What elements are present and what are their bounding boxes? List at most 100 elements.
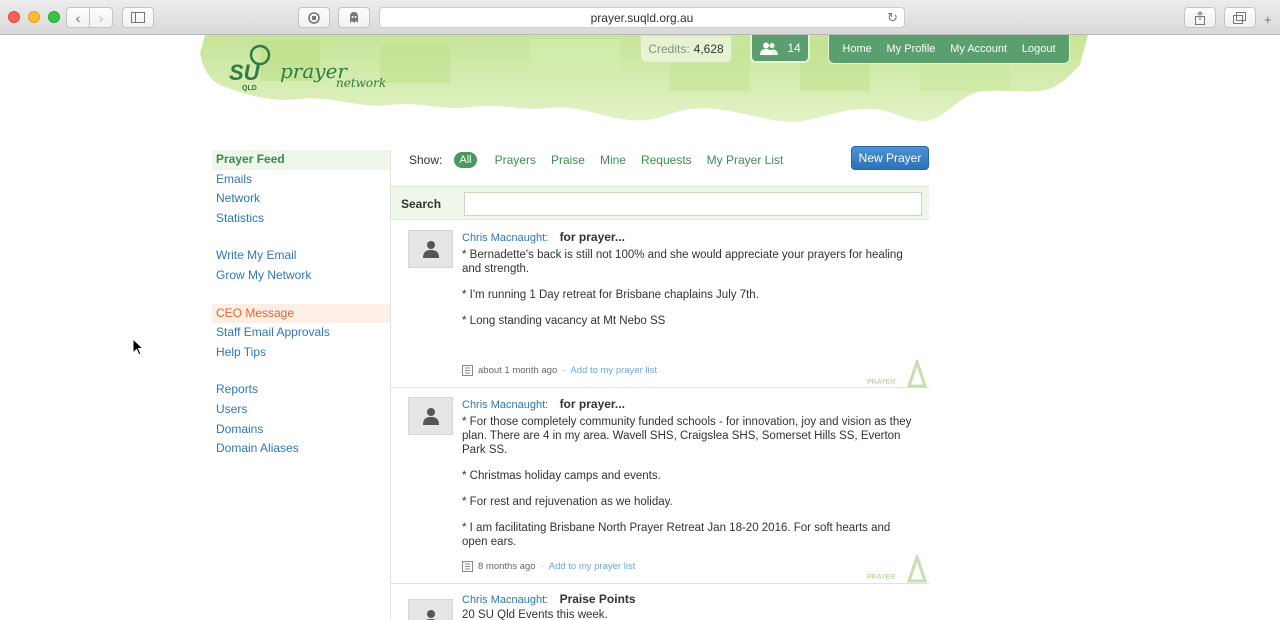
prayer-mark-label: PRAYER <box>867 379 895 386</box>
add-to-prayer-list-link[interactable]: Add to my prayer list <box>570 365 657 376</box>
filter-all[interactable]: All <box>454 152 477 168</box>
nav-home-link[interactable]: Home <box>842 43 871 55</box>
prayer-post: Chris Macnaught: for prayer... * For tho… <box>391 389 929 584</box>
search-bar: Search <box>391 186 929 220</box>
post-meta: about 1 month ago · Add to my prayer lis… <box>462 365 657 376</box>
post-title: for prayer... <box>559 397 625 411</box>
post-time: 8 months ago <box>478 561 536 572</box>
filter-my-prayer-list[interactable]: My Prayer List <box>707 153 784 167</box>
praise-post: Chris Macnaught: Praise Points 20 SU Qld… <box>391 585 929 620</box>
share-icon[interactable] <box>1184 7 1216 28</box>
credits-value: 4,628 <box>693 42 724 56</box>
prayer-hands-icon: PRAYER <box>867 555 928 583</box>
filter-mine[interactable]: Mine <box>600 153 626 167</box>
post-meta: 8 months ago · Add to my prayer list <box>462 561 635 572</box>
prayer-hands-icon: PRAYER <box>867 360 928 388</box>
nav-logout-link[interactable]: Logout <box>1022 43 1056 55</box>
notebook-icon <box>462 365 473 376</box>
nav-my-account-link[interactable]: My Account <box>950 43 1007 55</box>
post-line: * Bernadette's back is still not 100% an… <box>462 249 903 275</box>
avatar[interactable] <box>408 599 453 620</box>
prayer-mark-label: PRAYER <box>867 574 895 581</box>
sidebar-item-help-tips[interactable]: Help Tips <box>212 343 390 363</box>
sidebar-item-write-my-email[interactable]: Write My Email <box>212 246 390 266</box>
filter-requests[interactable]: Requests <box>641 153 692 167</box>
svg-text:network: network <box>336 76 386 90</box>
post-line: * I'm running 1 Day retreat for Brisbane… <box>462 289 759 301</box>
refresh-extension-icon[interactable] <box>298 7 330 28</box>
sidebar-item-staff-email-approvals[interactable]: Staff Email Approvals <box>212 323 390 343</box>
post-line: 20 SU Qld Events this week. <box>462 609 608 620</box>
sidebar-item-domains[interactable]: Domains <box>212 420 390 440</box>
forward-icon[interactable]: › <box>89 8 112 27</box>
privacy-extension-icon[interactable] <box>338 7 370 28</box>
sidebar-toggle-icon[interactable] <box>122 7 154 28</box>
zoom-window-icon[interactable] <box>48 11 60 23</box>
post-body: Chris Macnaught: for prayer... * For tho… <box>462 397 914 549</box>
avatar[interactable] <box>408 230 453 268</box>
prayer-post: Chris Macnaught: for prayer... * Bernade… <box>391 222 929 388</box>
user-silhouette-icon <box>422 241 439 258</box>
network-count-button[interactable]: 14 <box>750 35 810 63</box>
nav-my-profile-link[interactable]: My Profile <box>887 43 936 55</box>
post-line: * I am facilitating Brisbane North Praye… <box>462 522 891 548</box>
post-line: * Christmas holiday camps and events. <box>462 470 661 482</box>
search-input[interactable] <box>464 192 922 216</box>
notebook-icon <box>462 561 473 572</box>
tabs-overview-icon[interactable] <box>1224 7 1256 28</box>
sidebar-item-emails[interactable]: Emails <box>212 170 390 190</box>
user-silhouette-icon <box>425 610 436 620</box>
browser-toolbar: ‹ › prayer.suqld.org.au ↻ + <box>0 0 1280 35</box>
top-nav: Home My Profile My Account Logout <box>828 35 1070 64</box>
sidebar: Prayer Feed Emails Network Statistics Wr… <box>212 150 390 459</box>
post-time: about 1 month ago <box>478 365 558 376</box>
filter-praise[interactable]: Praise <box>551 153 585 167</box>
search-label: Search <box>401 197 442 211</box>
post-title: for prayer... <box>559 230 625 244</box>
sidebar-item-grow-my-network[interactable]: Grow My Network <box>212 266 390 286</box>
post-body: Chris Macnaught: for prayer... * Bernade… <box>462 230 914 328</box>
credits-label: Credits: <box>648 42 690 56</box>
sidebar-item-ceo-message[interactable]: CEO Message <box>212 303 390 324</box>
post-author-link[interactable]: Chris Macnaught: <box>462 594 548 606</box>
minimize-window-icon[interactable] <box>28 11 40 23</box>
logo-su-text: SU <box>229 60 261 85</box>
url-text: prayer.suqld.org.au <box>590 10 694 25</box>
sidebar-item-network[interactable]: Network <box>212 189 390 209</box>
post-body: Chris Macnaught: Praise Points 20 SU Qld… <box>462 592 914 620</box>
meta-separator: · <box>540 561 544 572</box>
history-nav: ‹ › <box>66 7 113 28</box>
close-window-icon[interactable] <box>8 11 20 23</box>
post-title: Praise Points <box>559 592 636 606</box>
new-prayer-button[interactable]: New Prayer <box>851 146 929 170</box>
post-line: * For those completely community funded … <box>462 416 912 456</box>
add-to-prayer-list-link[interactable]: Add to my prayer list <box>549 561 636 572</box>
site-logo[interactable]: SU QLD prayer network <box>228 42 398 92</box>
sidebar-item-statistics[interactable]: Statistics <box>212 209 390 229</box>
post-author-link[interactable]: Chris Macnaught: <box>462 399 548 411</box>
reload-icon[interactable]: ↻ <box>887 10 898 26</box>
filter-prayers[interactable]: Prayers <box>495 153 536 167</box>
logo-qld-text: QLD <box>242 85 257 92</box>
post-line: * For rest and rejuvenation as we holida… <box>462 496 673 508</box>
sidebar-item-domain-aliases[interactable]: Domain Aliases <box>212 439 390 459</box>
user-silhouette-icon <box>422 408 439 425</box>
mouse-cursor-icon <box>132 338 144 356</box>
network-count: 14 <box>787 41 801 55</box>
filter-label: Show: <box>409 153 443 167</box>
post-line: * Long standing vacancy at Mt Nebo SS <box>462 315 666 327</box>
new-tab-icon[interactable]: + <box>1264 12 1280 27</box>
sidebar-item-prayer-feed[interactable]: Prayer Feed <box>212 150 390 170</box>
avatar[interactable] <box>408 397 453 435</box>
sidebar-item-users[interactable]: Users <box>212 400 390 420</box>
meta-separator: · <box>562 365 566 376</box>
people-icon <box>760 42 779 55</box>
credits-badge: Credits: 4,628 <box>640 35 732 63</box>
back-icon[interactable]: ‹ <box>67 8 89 27</box>
address-bar[interactable]: prayer.suqld.org.au ↻ <box>379 7 905 28</box>
sidebar-item-reports[interactable]: Reports <box>212 380 390 400</box>
post-author-link[interactable]: Chris Macnaught: <box>462 232 548 244</box>
